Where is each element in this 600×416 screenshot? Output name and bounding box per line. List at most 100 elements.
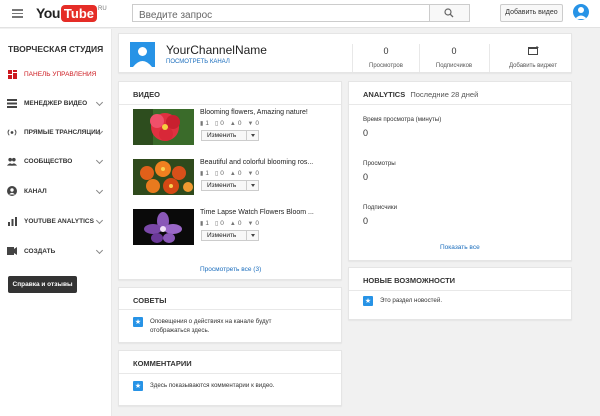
views-stat: 0 Просмотров xyxy=(356,46,416,69)
sidebar-item-video-manager[interactable]: МЕНЕДЖЕР ВИДЕО xyxy=(0,94,112,112)
search-input[interactable] xyxy=(133,7,429,24)
logo-tube-text: Tube xyxy=(60,5,97,22)
tips-text: Оповещения о действиях на канале будут о… xyxy=(150,318,272,334)
comments-count: 0 xyxy=(220,120,224,127)
video-thumbnail[interactable] xyxy=(133,209,194,245)
views-icon: ▮ xyxy=(200,171,204,177)
watch-time-label: Время просмотра (минуты) xyxy=(363,116,442,123)
edit-video-button[interactable]: Изменить xyxy=(201,130,259,141)
video-thumbnail[interactable] xyxy=(133,109,194,145)
add-video-button[interactable]: Добавить видео xyxy=(500,4,563,22)
menu-icon[interactable] xyxy=(12,9,23,18)
like-icon: ▲ xyxy=(229,120,236,127)
comments-count: 0 xyxy=(220,170,224,177)
video-stats: ▮ 1 ▯ 0 ▲ 0 ▼ 0 xyxy=(200,170,265,177)
caret-down-icon[interactable] xyxy=(251,134,255,137)
video-manager-icon xyxy=(7,98,17,108)
caret-down-icon[interactable] xyxy=(251,234,255,237)
edit-video-button[interactable]: Изменить xyxy=(201,180,259,191)
help-feedback-button[interactable]: Справка и отзывы xyxy=(8,276,77,293)
sidebar-item-community[interactable]: СООБЩЕСТВО xyxy=(0,152,112,170)
video-row: Blooming flowers, Amazing nature! ▮ 1 ▯ 0 … xyxy=(133,109,333,149)
edit-video-button[interactable]: Изменить xyxy=(201,230,259,241)
analytics-card: ANALYTICS Последние 28 дней Время просмо… xyxy=(348,81,572,261)
show-all-analytics-link[interactable]: Показать все xyxy=(440,244,480,251)
chevron-down-icon xyxy=(95,216,104,225)
show-all-videos-link[interactable]: Просмотреть все (3) xyxy=(200,266,261,273)
youtube-logo[interactable]: You Tube RU xyxy=(36,5,107,22)
likes-count: 0 xyxy=(237,220,242,227)
search-icon xyxy=(444,8,454,18)
whats-new-card: НОВЫЕ ВОЗМОЖНОСТИ ★ Это раздел новостей. xyxy=(348,267,572,320)
dislike-icon: ▼ xyxy=(247,220,254,227)
video-title[interactable]: Beautiful and colorful blooming ros... xyxy=(200,159,313,166)
comments-text: Здесь показываются комментарии к видео. xyxy=(150,382,275,389)
user-icon xyxy=(133,47,152,67)
edit-label: Изменить xyxy=(207,132,237,139)
dislike-icon: ▼ xyxy=(247,120,254,127)
sidebar-item-dashboard[interactable]: ПАНЕЛЬ УПРАВЛЕНИЯ xyxy=(0,65,112,83)
comment-icon: ▯ xyxy=(214,121,219,127)
views-count: 1 xyxy=(205,170,209,177)
live-icon xyxy=(7,127,17,137)
sidebar-item-channel[interactable]: КАНАЛ xyxy=(0,182,112,200)
search-box xyxy=(132,4,430,24)
video-thumbnail[interactable] xyxy=(133,159,194,195)
videos-title: ВИДЕО xyxy=(133,90,160,99)
views-count: 1 xyxy=(205,220,209,227)
dislikes-count: 0 xyxy=(255,120,260,127)
caret-down-icon[interactable] xyxy=(251,184,255,187)
channel-name[interactable]: YourChannelName xyxy=(166,43,267,57)
views-icon: ▮ xyxy=(200,221,204,227)
chevron-down-icon xyxy=(95,156,104,165)
tips-title: СОВЕТЫ xyxy=(133,296,167,305)
divider xyxy=(119,309,341,310)
create-icon xyxy=(7,246,17,256)
chevron-down-icon xyxy=(95,246,104,255)
video-title[interactable]: Blooming flowers, Amazing nature! xyxy=(200,109,308,116)
views-label: Просмотры xyxy=(363,160,396,167)
comment-icon: ▯ xyxy=(214,221,219,227)
dislikes-count: 0 xyxy=(255,220,260,227)
likes-count: 0 xyxy=(237,170,242,177)
analytics-header: ANALYTICS Последние 28 дней xyxy=(363,90,478,99)
analytics-icon xyxy=(7,216,17,226)
comment-icon: ▯ xyxy=(214,171,219,177)
like-icon: ▲ xyxy=(229,170,236,177)
sidebar-item-label: ПРЯМЫЕ ТРАНСЛЯЦИИ xyxy=(24,128,101,136)
sidebar-item-create[interactable]: СОЗДАТЬ xyxy=(0,242,112,260)
views-icon: ▮ xyxy=(200,121,204,127)
channel-avatar[interactable] xyxy=(130,42,155,67)
divider xyxy=(246,231,247,240)
search-button[interactable] xyxy=(430,4,470,22)
add-widget-label: Добавить виджет xyxy=(508,63,558,69)
account-avatar[interactable] xyxy=(573,4,589,20)
subscribers-value: 0 xyxy=(363,216,369,226)
watch-time-value: 0 xyxy=(363,128,369,138)
video-stats: ▮ 1 ▯ 0 ▲ 0 ▼ 0 xyxy=(200,220,265,227)
user-icon xyxy=(575,7,587,19)
edit-label: Изменить xyxy=(207,232,237,239)
top-bar: You Tube RU Добавить видео xyxy=(0,0,600,28)
add-widget-icon xyxy=(501,46,565,58)
divider xyxy=(489,44,490,72)
video-title[interactable]: Time Lapse Watch Flowers Bloom ... xyxy=(200,209,314,216)
star-icon: ★ xyxy=(363,296,373,306)
comments-title: КОММЕНТАРИИ xyxy=(133,359,192,368)
whats-new-message: ★ Это раздел новостей. xyxy=(363,296,442,306)
divider xyxy=(119,104,341,105)
add-widget-button[interactable]: Добавить виджет xyxy=(501,46,565,69)
sidebar-item-analytics[interactable]: YOUTUBE ANALYTICS xyxy=(0,212,112,230)
divider xyxy=(246,181,247,190)
likes-count: 0 xyxy=(237,120,242,127)
sidebar-item-live[interactable]: ПРЯМЫЕ ТРАНСЛЯЦИИ xyxy=(0,123,112,141)
sidebar-item-label: YOUTUBE ANALYTICS xyxy=(24,217,94,225)
logo-you-text: You xyxy=(36,5,60,21)
sidebar-item-label: ПАНЕЛЬ УПРАВЛЕНИЯ xyxy=(24,70,97,78)
dislikes-count: 0 xyxy=(255,170,260,177)
community-icon xyxy=(7,156,17,166)
dislike-icon: ▼ xyxy=(247,170,254,177)
whats-new-title: НОВЫЕ ВОЗМОЖНОСТИ xyxy=(363,276,456,285)
videos-card: ВИДЕО Blooming flowers, Amazing nature! … xyxy=(118,81,342,280)
view-channel-link[interactable]: ПОСМОТРЕТЬ КАНАЛ xyxy=(166,59,230,65)
